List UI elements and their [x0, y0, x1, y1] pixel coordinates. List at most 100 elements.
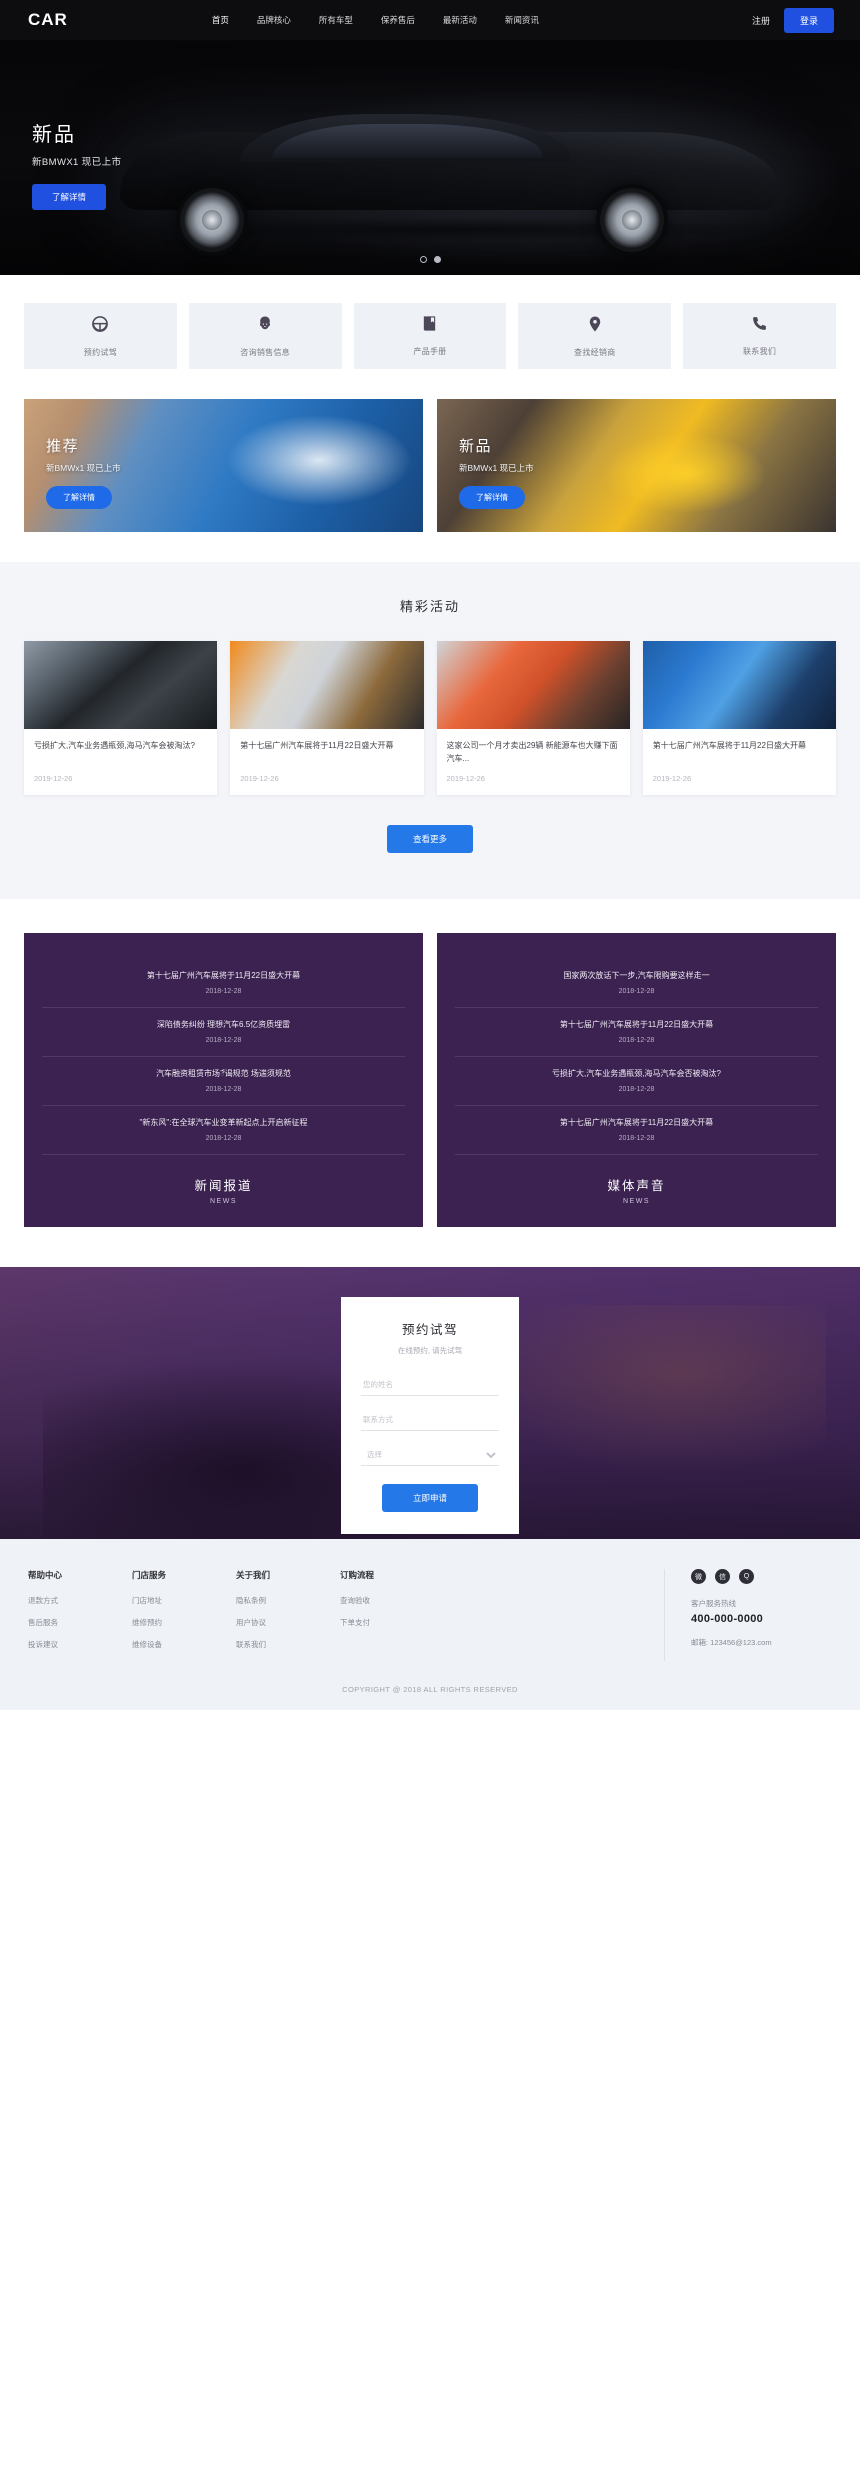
activity-body: 亏损扩大,汽车业务遇瓶颈,海马汽车会被淘汰? 2019-12-26 — [24, 729, 217, 795]
footer-column-help: 帮助中心 退款方式 售后服务 投诉建议 — [28, 1569, 132, 1661]
activity-thumbnail — [436, 641, 630, 729]
promo-cards-row: 推荐 新BMWx1 现已上市 了解详情 新品 新BMWx1 现已上市 了解详情 — [0, 391, 860, 562]
activity-body: 第十七届广州汽车展将于11月22日盛大开幕 2019-12-26 — [643, 729, 836, 795]
service-label: 咨询销售信息 — [240, 347, 291, 357]
booking-model-select[interactable]: 选择 — [361, 1444, 499, 1467]
nav-item-maintenance[interactable]: 保养售后 — [367, 8, 429, 32]
news-item[interactable]: "新东风":在全球汽车业变革新起点上开启新征程 2018-12-28 — [42, 1106, 405, 1156]
news-title: 亏损扩大,汽车业务遇瓶颈,海马汽车会否被淘汰? — [552, 1069, 721, 1079]
promo-content: 推荐 新BMWx1 现已上市 了解详情 — [46, 435, 121, 509]
news-box-reports: 第十七届广州汽车展将于11月22日盛大开幕 2018-12-28 深陷债务纠纷 … — [24, 933, 423, 1228]
nav-item-brand-core[interactable]: 品牌核心 — [243, 8, 305, 32]
news-item[interactable]: 深陷债务纠纷 理想汽车6.5亿资质埋雷 2018-12-28 — [42, 1008, 405, 1058]
nav-item-all-models[interactable]: 所有车型 — [305, 8, 367, 32]
activity-card[interactable]: 这家公司一个月才卖出29辆 新能源车也大赚下面汽车... 2019-12-26 — [436, 641, 630, 796]
footer-link[interactable]: 联系我们 — [236, 1639, 340, 1650]
nav-item-home[interactable]: 首页 — [198, 8, 243, 32]
activity-text: 第十七届广州汽车展将于11月22日盛大开幕 — [240, 741, 394, 750]
news-item[interactable]: 亏损扩大,汽车业务遇瓶颈,海马汽车会否被淘汰? 2018-12-28 — [455, 1057, 818, 1107]
service-card-test-drive[interactable]: 预约试驾 — [24, 303, 177, 369]
header-actions: 注册 登录 — [752, 7, 834, 33]
activity-date: 2019-12-26 — [446, 774, 485, 784]
activity-text: 第十七届广州汽车展将于11月22日盛大开幕 — [652, 741, 806, 750]
view-more-button[interactable]: 查看更多 — [386, 825, 473, 854]
footer-link[interactable]: 隐私条例 — [236, 1595, 340, 1606]
site-logo[interactable]: CAR — [28, 10, 68, 30]
news-item[interactable]: 第十七届广州汽车展将于11月22日盛大开幕 2018-12-28 — [455, 1008, 818, 1058]
carousel-dot-1[interactable] — [419, 256, 427, 263]
service-card-find-dealer[interactable]: 查找经销商 — [518, 303, 672, 369]
activity-card[interactable]: 第十七届广州汽车展将于11月22日盛大开幕 2019-12-26 — [642, 641, 836, 796]
footer-link[interactable]: 维修设备 — [132, 1639, 236, 1650]
site-header: CAR 首页 品牌核心 所有车型 保养售后 最新活动 新闻资讯 注册 登录 — [0, 0, 860, 40]
nav-item-activities[interactable]: 最新活动 — [429, 8, 491, 32]
hero-learn-more-button[interactable]: 了解详情 — [32, 184, 107, 210]
service-label: 查找经销商 — [574, 347, 616, 357]
activity-date: 2019-12-26 — [34, 774, 73, 783]
activity-card[interactable]: 亏损扩大,汽车业务遇瓶颈,海马汽车会被淘汰? 2019-12-26 — [24, 641, 218, 796]
activity-card[interactable]: 第十七届广州汽车展将于11月22日盛大开幕 2019-12-26 — [230, 641, 424, 796]
login-button[interactable]: 登录 — [783, 7, 834, 33]
news-title: 第十七届广州汽车展将于11月22日盛大开幕 — [559, 1118, 714, 1128]
booking-contact-input[interactable] — [361, 1409, 499, 1432]
news-item[interactable]: 第十七届广州汽车展将于11月22日盛大开幕 2018-12-28 — [42, 959, 405, 1009]
activity-thumbnail — [230, 641, 424, 729]
booking-submit-button[interactable]: 立即申请 — [382, 1484, 478, 1513]
footer-link[interactable]: 维修预约 — [132, 1617, 236, 1628]
activity-date: 2019-12-26 — [240, 774, 279, 783]
news-box-footer: 媒体声音 NEWS — [455, 1175, 818, 1205]
footer-column-head: 门店服务 — [132, 1570, 167, 1581]
news-date: 2018-12-28 — [618, 1135, 655, 1143]
news-box-media: 国家两次放话下一步,汽车限购要这样走一 2018-12-28 第十七届广州汽车展… — [437, 933, 836, 1228]
section-title-activities: 精彩活动 — [399, 599, 460, 614]
news-item[interactable]: 汽车融资租赁市场ే谒规范 场遄须规范 2018-12-28 — [42, 1057, 405, 1107]
location-pin-icon — [586, 315, 604, 338]
activity-date: 2019-12-26 — [652, 774, 692, 783]
footer-link[interactable]: 用户协议 — [236, 1617, 340, 1628]
footer-contact-block: 微 信 Q 客户服务热线 400-000-0000 邮箱: 123456@123… — [664, 1569, 832, 1662]
footer-link[interactable]: 投诉建议 — [28, 1639, 132, 1650]
promo-learn-more-button[interactable]: 了解详情 — [46, 486, 112, 509]
news-box-footer: 新闻报道 NEWS — [42, 1175, 405, 1205]
main-navigation: 首页 品牌核心 所有车型 保养售后 最新活动 新闻资讯 — [198, 8, 553, 32]
news-item[interactable]: 国家两次放话下一步,汽车限购要这样走一 2018-12-28 — [455, 959, 818, 1009]
footer-column-store: 门店服务 门店地址 维修预约 维修设备 — [132, 1569, 236, 1661]
booking-name-input[interactable] — [361, 1374, 499, 1397]
weibo-icon[interactable]: 微 — [691, 1569, 706, 1585]
promo-card-recommended[interactable]: 推荐 新BMWx1 现已上市 了解详情 — [24, 399, 423, 532]
more-button-wrap: 查看更多 — [24, 825, 836, 854]
service-card-contact[interactable]: 联系我们 — [683, 303, 836, 369]
promo-title: 新品 — [459, 438, 493, 455]
promo-card-new[interactable]: 新品 新BMWx1 现已上市 了解详情 — [437, 399, 836, 532]
news-date: 2018-12-28 — [205, 1086, 242, 1094]
booking-form-card: 预约试驾 在线预约, 请先试驾 选择 立即申请 — [341, 1297, 519, 1535]
service-label: 产品手册 — [413, 347, 447, 356]
hero-subtitle: 新BMWX1 现已上市 — [32, 157, 122, 168]
register-link[interactable]: 注册 — [752, 14, 770, 27]
footer-link[interactable]: 售后服务 — [28, 1617, 132, 1628]
activity-text: 这家公司一个月才卖出29辆 新能源车也大赚下面汽车... — [446, 741, 618, 764]
nav-item-news[interactable]: 新闻资讯 — [491, 8, 553, 32]
service-card-sales-info[interactable]: 咨询销售信息 — [188, 303, 342, 369]
copyright-bar: COPYRIGHT @ 2018 ALL RIGHTS RESERVED — [0, 1677, 860, 1711]
hero-content: 新品 新BMWX1 现已上市 了解详情 — [32, 118, 121, 210]
activity-body: 这家公司一个月才卖出29辆 新能源车也大赚下面汽车... 2019-12-26 — [437, 729, 630, 795]
promo-learn-more-button[interactable]: 了解详情 — [459, 486, 525, 509]
footer-link[interactable]: 门店地址 — [132, 1595, 236, 1606]
news-title: 深陷债务纠纷 理想汽车6.5亿资质埋雷 — [156, 1020, 291, 1030]
service-card-brochure[interactable]: 产品手册 — [353, 303, 507, 369]
wechat-icon[interactable]: 信 — [715, 1569, 730, 1585]
qq-icon[interactable]: Q — [739, 1569, 754, 1585]
hero-background-image — [0, 40, 860, 275]
footer-link[interactable]: 下单支付 — [340, 1617, 444, 1628]
news-title: "新东风":在全球汽车业变革新起点上开启新征程 — [139, 1118, 308, 1128]
site-footer: 帮助中心 退款方式 售后服务 投诉建议 门店服务 门店地址 维修预约 维修设备 … — [0, 1539, 860, 1678]
hero-banner: 新品 新BMWX1 现已上市 了解详情 — [0, 40, 860, 275]
activity-body: 第十七届广州汽车展将于11月22日盛大开幕 2019-12-26 — [230, 729, 423, 795]
footer-column-about: 关于我们 隐私条例 用户协议 联系我们 — [236, 1569, 340, 1661]
footer-link[interactable]: 退款方式 — [28, 1595, 132, 1606]
footer-link[interactable]: 查询验收 — [340, 1595, 444, 1606]
news-item[interactable]: 第十七届广州汽车展将于11月22日盛大开幕 2018-12-28 — [455, 1106, 818, 1156]
carousel-dot-2[interactable] — [433, 256, 441, 263]
social-links: 微 信 Q — [691, 1569, 832, 1585]
